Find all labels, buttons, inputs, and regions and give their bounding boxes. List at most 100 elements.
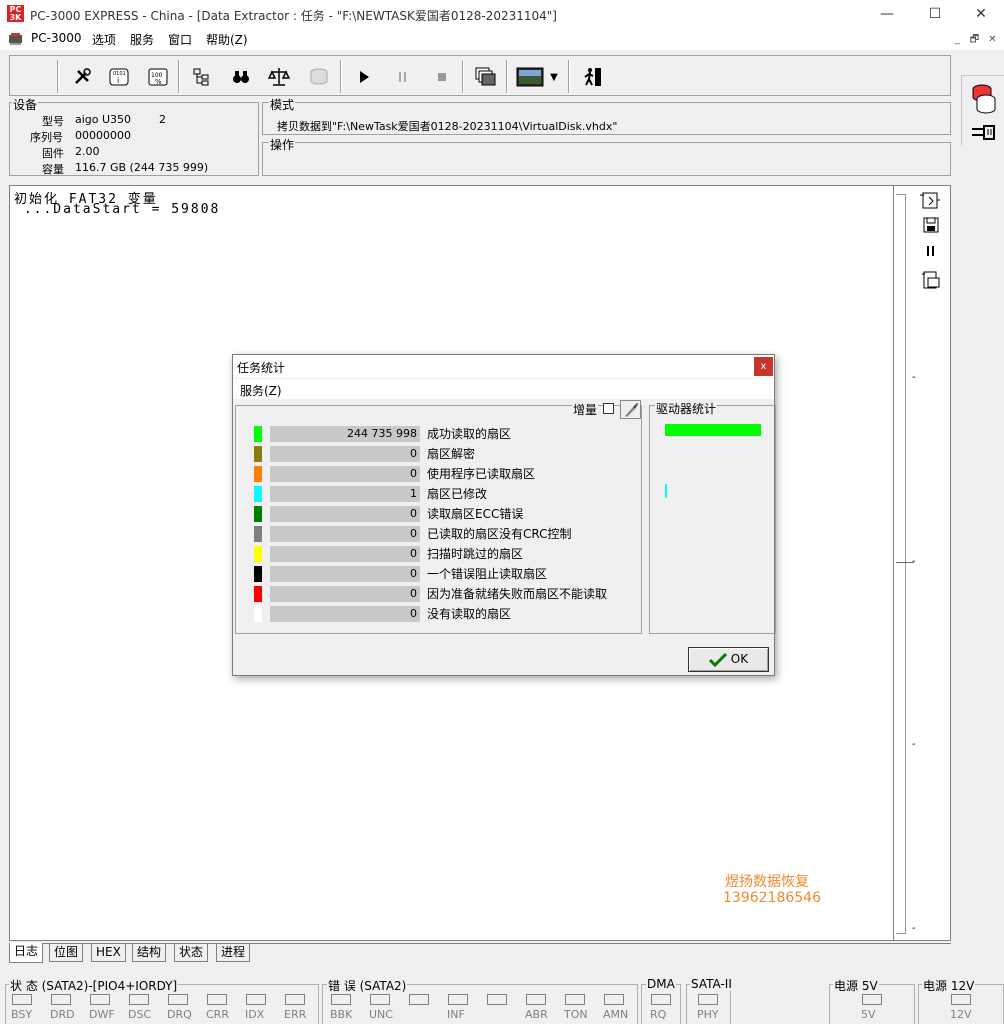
scales-icon[interactable] <box>266 64 292 90</box>
stat-value: 0 <box>270 506 420 522</box>
exit-icon[interactable] <box>580 64 606 90</box>
stat-label: 一个错误阻止读取扇区 <box>427 567 548 581</box>
connector-icon[interactable] <box>970 124 998 142</box>
db-stack-icon[interactable] <box>970 81 998 115</box>
error-led <box>370 994 390 1005</box>
state-led-label: DRQ <box>167 1008 192 1021</box>
error-led-label: BBK <box>330 1008 353 1021</box>
dialog-title: 任务统计 <box>237 361 286 375</box>
sata-led <box>698 994 718 1005</box>
firmware-value: 2.00 <box>75 145 100 158</box>
tree-icon[interactable] <box>188 64 214 90</box>
dma-title: DMA <box>646 977 676 991</box>
stat-value: 0 <box>270 606 420 622</box>
stat-label: 使用程序已读取扇区 <box>427 467 536 481</box>
mdi-close-button[interactable]: ✕ <box>985 32 1000 47</box>
error-led <box>331 994 351 1005</box>
pause-icon <box>390 64 416 90</box>
state-led <box>168 994 188 1005</box>
svg-text:i: i <box>117 76 119 85</box>
drive-stats-box: 驱动器统计 <box>649 400 776 634</box>
drive-info-icon[interactable]: 0101 i <box>106 64 132 90</box>
stat-label: 读取扇区ECC错误 <box>427 507 524 521</box>
menu-service[interactable]: 服务 <box>130 31 154 48</box>
save-icon[interactable] <box>923 217 939 233</box>
model-label: 型号 <box>42 115 64 128</box>
dropdown-icon[interactable]: ▼ <box>546 64 562 90</box>
tab-process[interactable]: 进程 <box>216 944 251 962</box>
power12-title: 电源 12V <box>922 977 976 994</box>
serial-label: 序列号 <box>30 131 63 144</box>
dialog-title-bar[interactable]: 任务统计 x <box>233 355 774 378</box>
firmware-label: 固件 <box>42 147 64 160</box>
menu-help[interactable]: 帮助(Z) <box>206 31 248 48</box>
sata-title: SATA-II <box>690 977 733 991</box>
dialog-close-button[interactable]: x <box>754 357 773 376</box>
tools-icon[interactable] <box>69 64 95 90</box>
stat-value: 0 <box>270 566 420 582</box>
maximize-button[interactable]: ☐ <box>912 0 958 29</box>
log-export-icon[interactable] <box>919 190 941 210</box>
serial-value: 00000000 <box>75 129 131 142</box>
main-toolbar: 0101 i 100% ▼ <box>9 55 951 96</box>
app-logo-icon: PC 3K <box>7 5 24 22</box>
play-icon[interactable] <box>351 64 377 90</box>
state-led-label: DRD <box>50 1008 75 1021</box>
stat-color-swatch <box>254 526 262 542</box>
capacity-label: 容量 <box>42 163 64 176</box>
menu-window[interactable]: 窗口 <box>168 31 192 48</box>
ok-button[interactable]: OK <box>688 647 769 672</box>
brush-icon[interactable] <box>620 400 641 419</box>
tab-structure[interactable]: 结构 <box>132 944 167 962</box>
model-value: aigo U350 <box>75 113 132 126</box>
minimize-button[interactable]: — <box>864 0 910 29</box>
state-led-label: CRR <box>206 1008 229 1021</box>
log-pause-icon[interactable] <box>925 244 937 258</box>
drive-stat-bar <box>665 424 761 436</box>
stats-box: 增量 244 735 998 成功读取的扇区 0 扇区解密 0 使用程序已读取扇区 1 扇区已… <box>235 400 642 634</box>
svg-text:0101: 0101 <box>113 71 126 77</box>
tab-status[interactable]: 状态 <box>174 944 209 962</box>
stat-label: 扇区解密 <box>427 447 476 461</box>
stat-color-swatch <box>254 446 262 462</box>
pc3000-menu-icon <box>8 32 25 46</box>
power5-led <box>862 994 882 1005</box>
mdi-restore-button[interactable]: 🗗 <box>967 32 982 47</box>
increment-label: 增量 <box>572 401 599 418</box>
checkmark-icon <box>708 652 727 667</box>
error-led <box>448 994 468 1005</box>
error-led-label: UNC <box>369 1008 393 1021</box>
window-title: PC-3000 EXPRESS - China - [Data Extracto… <box>30 9 557 23</box>
stat-color-swatch <box>254 426 262 442</box>
dialog-menu-bar: 服务(Z) <box>233 379 774 399</box>
binoculars-icon[interactable] <box>228 64 254 90</box>
error-led <box>526 994 546 1005</box>
device-group-title: 设备 <box>12 96 39 113</box>
tab-hex[interactable]: HEX <box>91 944 126 962</box>
tab-log[interactable]: 日志 <box>9 943 44 963</box>
screen-icon[interactable] <box>515 64 545 90</box>
tab-bitmap[interactable]: 位图 <box>49 944 84 962</box>
error-led-label: AMN <box>603 1008 629 1021</box>
state-led <box>246 994 266 1005</box>
stat-color-swatch <box>254 506 262 522</box>
percent-icon[interactable]: 100% <box>145 64 171 90</box>
mdi-minimize-button[interactable]: _ <box>950 32 965 47</box>
error-led-label: TON <box>564 1008 588 1021</box>
state-led-label: IDX <box>245 1008 265 1021</box>
log-ruler: - - - - <box>893 185 951 941</box>
stat-color-swatch <box>254 466 262 482</box>
dialog-menu-service[interactable]: 服务(Z) <box>240 382 282 399</box>
stat-label: 已读取的扇区没有CRC控制 <box>427 527 572 541</box>
increment-checkbox[interactable] <box>603 403 614 414</box>
windows-icon[interactable] <box>472 64 498 90</box>
watermark-phone: 13962186546 <box>723 890 821 906</box>
ok-label: OK <box>730 652 749 666</box>
stat-label: 没有读取的扇区 <box>427 607 512 621</box>
error-led <box>604 994 624 1005</box>
drive-stat-bar <box>665 484 667 498</box>
menu-options[interactable]: 选项 <box>92 31 116 48</box>
close-button[interactable]: ✕ <box>958 0 1004 29</box>
menu-pc3000[interactable]: PC-3000 <box>31 31 81 45</box>
log-print-icon[interactable] <box>921 270 941 290</box>
